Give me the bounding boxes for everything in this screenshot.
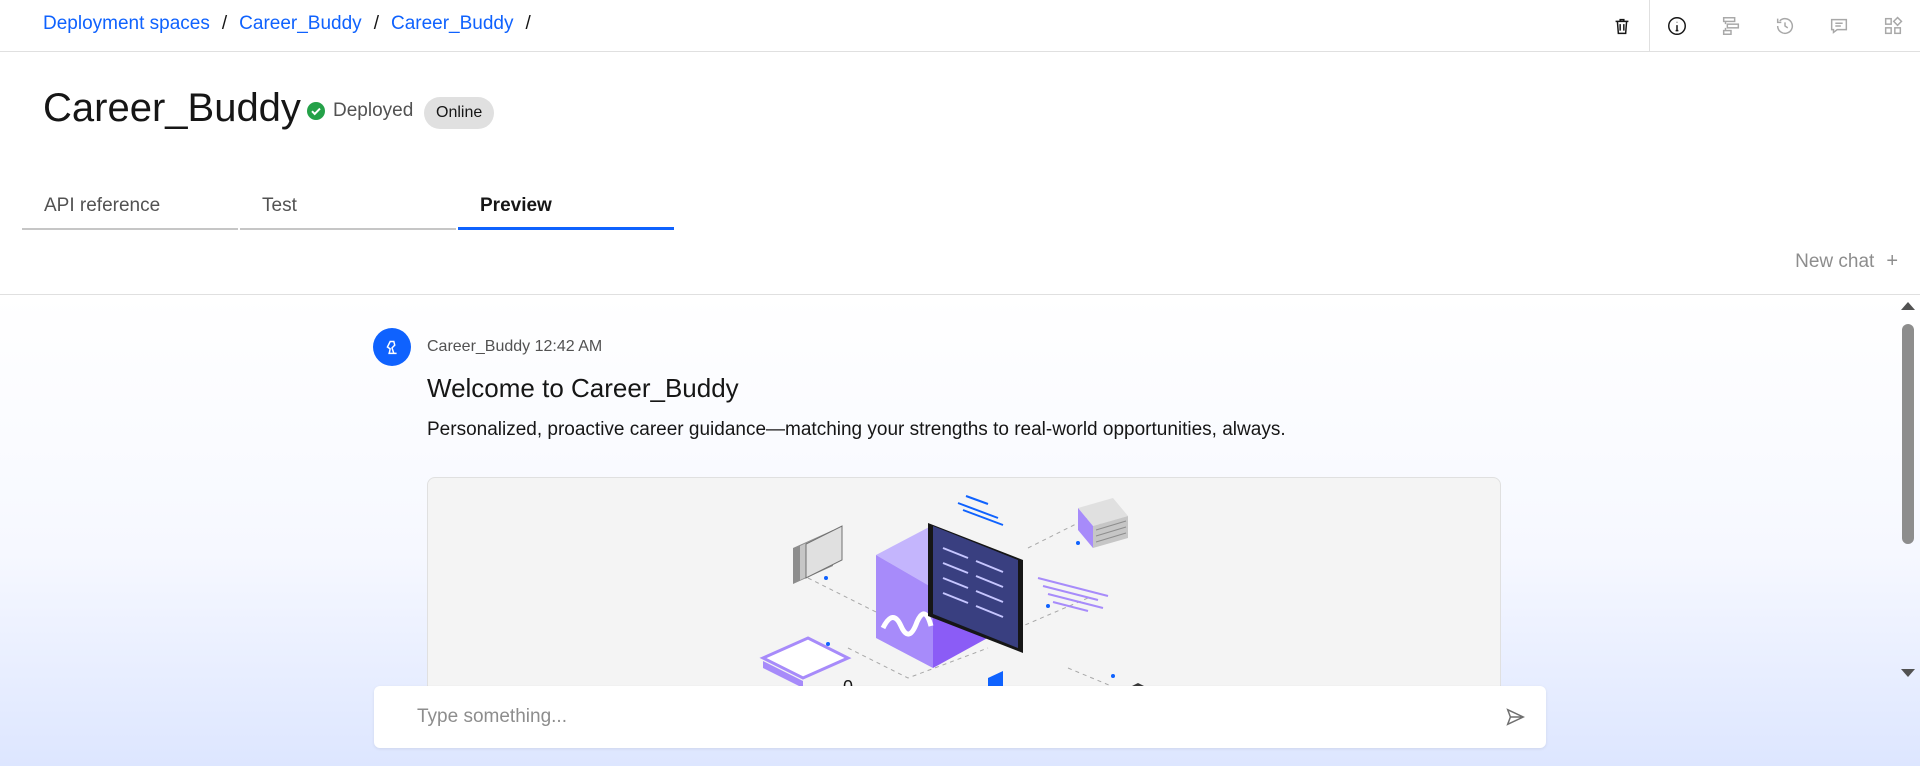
tab-api-reference[interactable]: API reference [22, 184, 238, 230]
new-chat-label: New chat [1795, 250, 1875, 272]
tab-list: API reference Test Preview [22, 184, 676, 230]
trash-icon [1615, 18, 1629, 34]
flow-button[interactable] [1704, 0, 1758, 51]
message-meta: Career_Buddy 12:42 AM [427, 338, 603, 355]
breadcrumb-deployment-spaces[interactable]: Deployment spaces [43, 13, 210, 35]
info-icon [1668, 16, 1686, 35]
page-title: Career_Buddy [43, 86, 301, 130]
history-icon [1776, 17, 1794, 34]
welcome-heading: Welcome to Career_Buddy [427, 373, 739, 403]
apps-icon [1884, 15, 1903, 34]
plus-icon: + [1886, 250, 1898, 272]
status-badge: Online [424, 97, 495, 129]
monitor-box [876, 523, 1023, 668]
book-shape [759, 636, 852, 688]
toolbar [1595, 0, 1920, 51]
checkmark-filled-icon [307, 102, 325, 120]
breadcrumb-deployment[interactable]: Career_Buddy [391, 13, 514, 35]
welcome-subtitle: Personalized, proactive career guidance—… [427, 419, 1286, 440]
tab-preview[interactable]: Preview [458, 184, 674, 230]
top-bar: Deployment spaces / Career_Buddy / Caree… [0, 0, 1920, 52]
scroll-down-arrow[interactable] [1901, 669, 1915, 677]
history-button[interactable] [1758, 0, 1812, 51]
assistant-avatar [373, 328, 411, 366]
breadcrumb-separator: / [221, 13, 228, 34]
chat-input[interactable] [417, 706, 1457, 728]
tab-test[interactable]: Test [240, 184, 456, 230]
info-button[interactable] [1650, 0, 1704, 51]
chat-input-container [374, 686, 1546, 748]
bot-icon [386, 340, 397, 355]
scrollbar-thumb[interactable] [1902, 324, 1914, 544]
deployment-status: Deployed [306, 100, 413, 122]
scroll-up-arrow[interactable] [1901, 302, 1915, 310]
status-label: Deployed [333, 100, 414, 121]
breadcrumb-separator: / [373, 13, 379, 34]
flow-icon [1722, 16, 1740, 35]
server-shape [1078, 498, 1128, 548]
folder-shape [793, 525, 843, 584]
comment-button[interactable] [1812, 0, 1866, 51]
breadcrumb-separator: / [525, 13, 531, 34]
comment-icon [1830, 18, 1848, 34]
delete-button[interactable] [1595, 0, 1649, 51]
send-icon[interactable] [1504, 706, 1526, 728]
new-chat-button[interactable]: New chat + [1795, 250, 1898, 273]
breadcrumb: Deployment spaces / Career_Buddy / Caree… [43, 13, 543, 35]
breadcrumb-space[interactable]: Career_Buddy [239, 13, 362, 35]
apps-button[interactable] [1866, 0, 1920, 51]
